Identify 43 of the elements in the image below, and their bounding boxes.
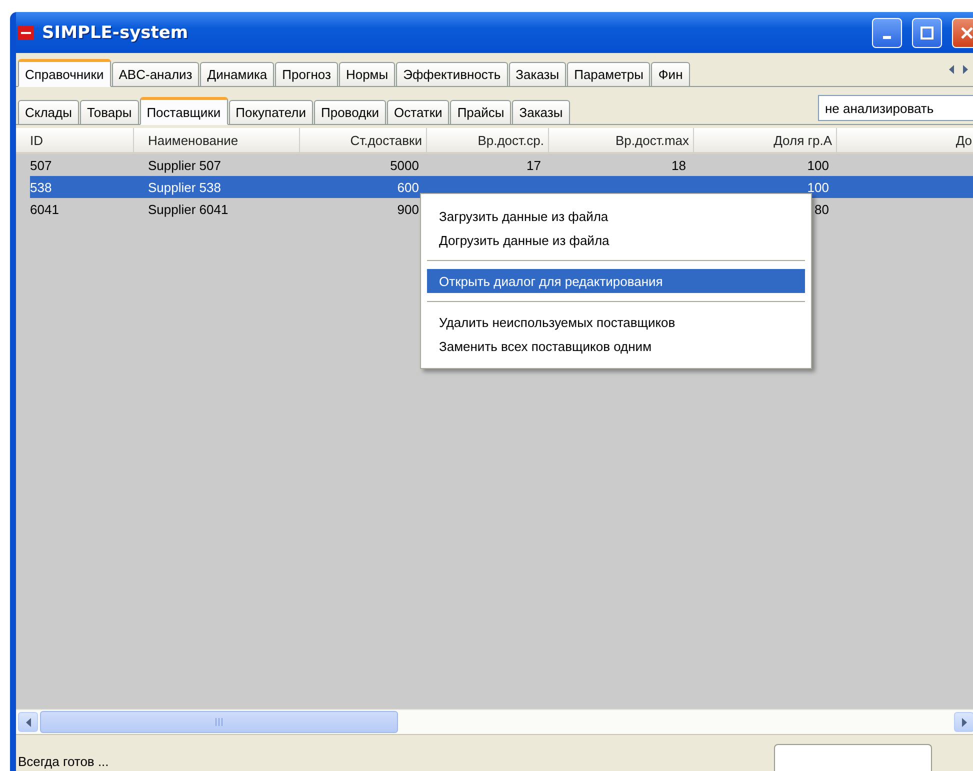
tab[interactable]: Проводки — [314, 100, 386, 124]
tab[interactable]: Справочники — [18, 59, 111, 87]
table-cell[interactable]: Supplier 507 — [134, 154, 300, 176]
table-cell[interactable]: 18 — [549, 154, 694, 176]
table-cell[interactable]: 100 — [694, 154, 837, 176]
tab[interactable]: Остатки — [387, 100, 450, 124]
tab[interactable]: Нормы — [338, 62, 396, 86]
tab[interactable]: Прогноз — [275, 62, 338, 86]
table-cell[interactable]: 17 — [427, 154, 549, 176]
table-cell[interactable]: 538 — [30, 176, 134, 198]
menu-item[interactable]: Удалить неиспользуемых поставщиков — [427, 310, 805, 334]
tab[interactable]: Прайсы — [450, 100, 512, 124]
table-cell[interactable]: Supplier 6041 — [134, 198, 300, 220]
tab[interactable]: Эффективность — [396, 62, 508, 86]
table-cell[interactable]: Supplier 538 — [134, 176, 300, 198]
tab[interactable]: Фин — [651, 62, 690, 86]
table-cell[interactable]: 600 — [300, 176, 427, 198]
tab[interactable]: Покупатели — [228, 100, 313, 124]
tab[interactable]: Товары — [80, 100, 139, 124]
column-header[interactable]: Вр.дост.ср. — [427, 128, 549, 154]
menu-item[interactable]: Загрузить данные из файла — [427, 204, 805, 228]
menu-item[interactable]: Открыть диалог для редактирования — [427, 269, 805, 293]
column-header[interactable]: Доля гр.А — [694, 128, 837, 154]
menu-item[interactable]: Догрузить данные из файла — [427, 228, 805, 252]
column-header[interactable]: До — [837, 128, 973, 154]
tab[interactable]: Заказы — [508, 62, 566, 86]
tab[interactable]: Склады — [18, 100, 79, 124]
analysis-combo[interactable]: не анализировать — [818, 95, 973, 121]
tab[interactable]: Динамика — [200, 62, 274, 86]
column-header[interactable]: ID — [16, 128, 134, 154]
window-title: SIMPLE-system — [42, 22, 190, 42]
table-cell[interactable]: 5000 — [300, 154, 427, 176]
table-cell[interactable]: 6041 — [16, 198, 134, 220]
tab[interactable]: Поставщики — [140, 97, 228, 125]
menu-item[interactable]: Заменить всех поставщиков одним — [427, 334, 805, 358]
tab[interactable]: ABC-анализ — [112, 62, 200, 86]
table-cell[interactable]: 507 — [16, 154, 134, 176]
column-header[interactable]: Ст.доставки — [300, 128, 427, 154]
tab[interactable]: Параметры — [567, 62, 650, 86]
status-text: Всегда готов ... — [17, 754, 110, 771]
tab[interactable]: Заказы — [512, 100, 570, 124]
column-header[interactable]: Наименование — [134, 128, 300, 154]
column-header[interactable]: Вр.дост.max — [549, 128, 694, 154]
